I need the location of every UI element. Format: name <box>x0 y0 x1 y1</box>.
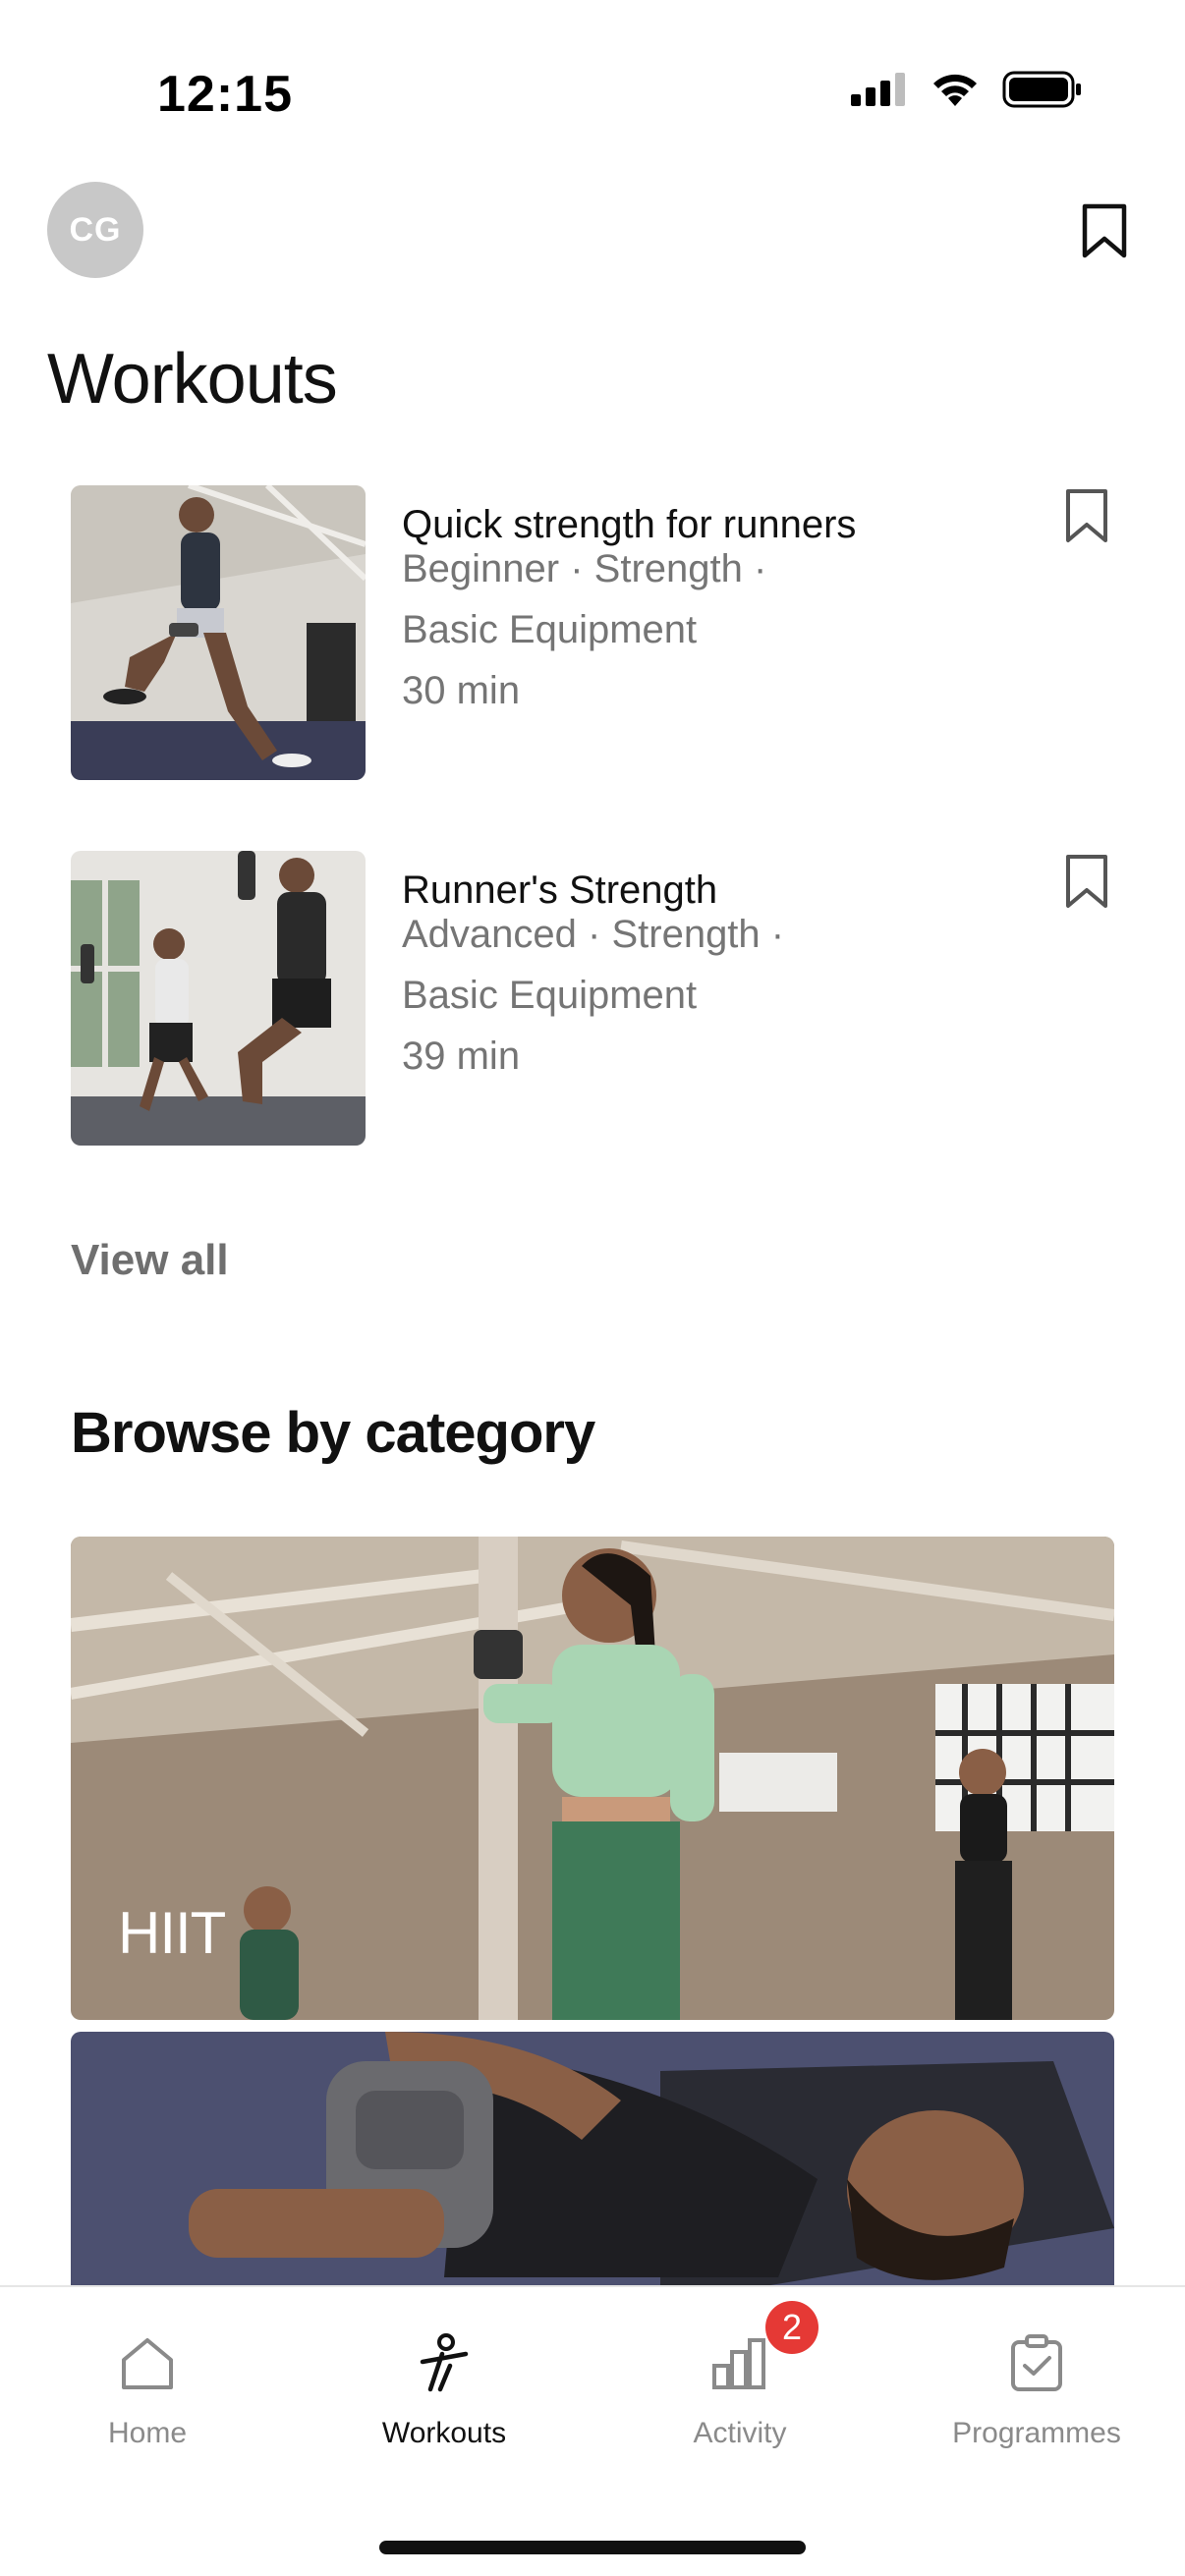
status-time: 12:15 <box>157 66 293 123</box>
workouts-icon <box>420 2333 469 2392</box>
tab-home[interactable]: Home <box>0 2326 295 2464</box>
workout-duration: 30 min <box>402 669 521 712</box>
saved-workouts-button[interactable] <box>1075 200 1134 261</box>
page-title: Workouts <box>47 340 338 419</box>
workout-level-category: Beginner · Strength · <box>402 547 767 590</box>
status-bar: 12:15 <box>0 0 1185 167</box>
wifi-icon <box>933 74 977 106</box>
tab-bar: Home Workouts 2 Activity Programmes <box>0 2285 1185 2576</box>
avatar[interactable]: CG <box>47 182 143 278</box>
bookmark-icon <box>1066 855 1107 908</box>
bookmark-icon <box>1066 489 1107 542</box>
workout-duration: 39 min <box>402 1035 521 1078</box>
activity-icon <box>712 2338 765 2389</box>
home-icon <box>122 2338 173 2389</box>
workout-thumbnail <box>71 485 366 780</box>
workout-equipment: Basic Equipment <box>402 974 698 1017</box>
tab-label: Workouts <box>381 2417 507 2449</box>
bookmark-button[interactable] <box>1059 851 1114 912</box>
cellular-signal-icon <box>851 73 905 106</box>
category-label: HIIT <box>118 1900 226 1966</box>
tab-label: Programmes <box>952 2417 1121 2449</box>
workout-thumbnail <box>71 851 366 1146</box>
tab-label: Home <box>107 2417 188 2449</box>
category-card-hiit[interactable]: HIIT <box>71 1537 1114 2020</box>
category-image <box>71 2032 1114 2287</box>
tab-activity[interactable]: 2 Activity <box>592 2301 887 2464</box>
status-icons <box>851 71 1083 108</box>
view-all-link[interactable]: View all <box>71 1236 229 1285</box>
workout-level-category: Advanced · Strength · <box>402 913 785 956</box>
tab-workouts[interactable]: Workouts <box>297 2326 592 2464</box>
category-image <box>71 1537 1114 2020</box>
home-indicator[interactable] <box>379 2541 806 2554</box>
bookmark-icon <box>1082 203 1127 258</box>
tab-programmes[interactable]: Programmes <box>889 2326 1184 2464</box>
tab-label: Activity <box>693 2417 787 2449</box>
programmes-icon <box>1011 2334 1062 2391</box>
battery-icon <box>1002 71 1081 108</box>
notification-badge: 2 <box>765 2301 818 2354</box>
workout-list-item[interactable]: Runner's Strength Advanced · Strength · … <box>71 851 1132 1146</box>
workout-equipment: Basic Equipment <box>402 608 698 651</box>
bookmark-button[interactable] <box>1059 485 1114 546</box>
workout-list-item[interactable]: Quick strength for runners Beginner · St… <box>71 485 1132 780</box>
category-card[interactable] <box>71 2032 1114 2287</box>
section-title: Browse by category <box>71 1401 595 1465</box>
